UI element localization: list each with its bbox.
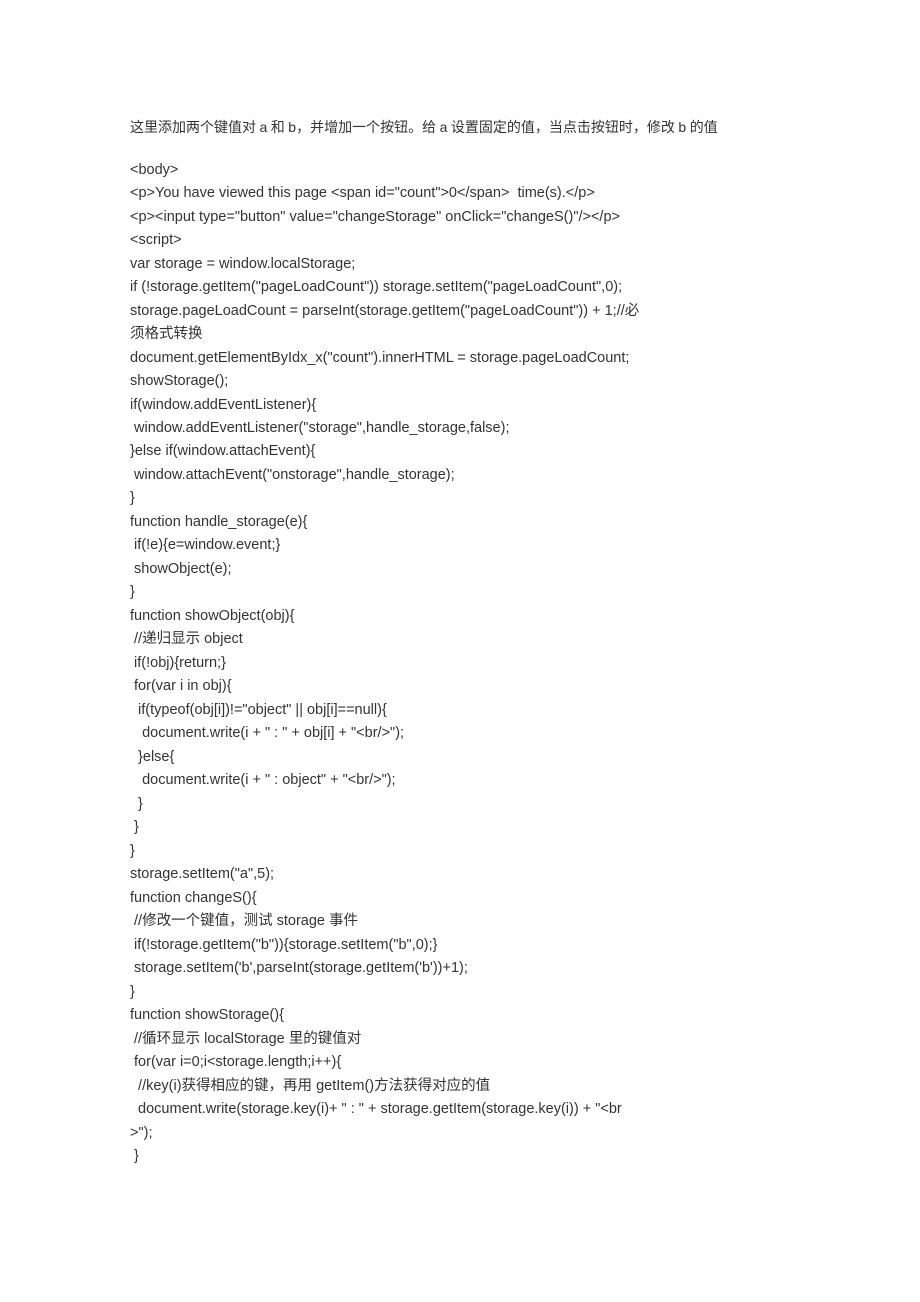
code-line: storage.setItem("a",5);	[130, 863, 790, 886]
code-line: }	[130, 981, 790, 1004]
code-line: document.write(i + " : object" + "<br/>"…	[130, 769, 790, 792]
code-line: if(window.addEventListener){	[130, 394, 790, 417]
code-line: }	[130, 487, 790, 510]
intro-seg5: 的值	[686, 121, 718, 136]
code-line: if(!storage.getItem("b")){storage.setIte…	[130, 934, 790, 957]
code-line: for(var i in obj){	[130, 675, 790, 698]
intro-seg4: 设置固定的值，当点击按钮时，修改	[447, 121, 678, 136]
code-listing: <body> <p>You have viewed this page <spa…	[130, 159, 790, 1169]
code-line: storage.setItem('b',parseInt(storage.get…	[130, 957, 790, 980]
code-line: function showObject(obj){	[130, 605, 790, 628]
code-line: storage.pageLoadCount = parseInt(storage…	[130, 300, 790, 323]
code-line: }else{	[130, 746, 790, 769]
code-line: window.attachEvent("onstorage",handle_st…	[130, 464, 790, 487]
code-line: showObject(e);	[130, 558, 790, 581]
code-line: if (!storage.getItem("pageLoadCount")) s…	[130, 276, 790, 299]
code-line: }else if(window.attachEvent){	[130, 440, 790, 463]
intro-seg2: 和	[267, 121, 288, 136]
code-line: if(typeof(obj[i])!="object" || obj[i]==n…	[130, 699, 790, 722]
intro-b: b	[288, 119, 296, 135]
code-line: }	[130, 1145, 790, 1168]
code-line: >");	[130, 1122, 790, 1145]
code-line: var storage = window.localStorage;	[130, 253, 790, 276]
code-line: <body>	[130, 159, 790, 182]
code-line: }	[130, 581, 790, 604]
code-line: //递归显示 object	[130, 628, 790, 651]
code-line: document.write(i + " : " + obj[i] + "<br…	[130, 722, 790, 745]
code-line: window.addEventListener("storage",handle…	[130, 417, 790, 440]
code-line: for(var i=0;i<storage.length;i++){	[130, 1051, 790, 1074]
code-line: function changeS(){	[130, 887, 790, 910]
code-line: if(!e){e=window.event;}	[130, 534, 790, 557]
code-line: }	[130, 793, 790, 816]
code-line: document.getElementByIdx_x("count").inne…	[130, 347, 790, 370]
code-line: if(!obj){return;}	[130, 652, 790, 675]
code-line: <p>You have viewed this page <span id="c…	[130, 182, 790, 205]
code-line: function showStorage(){	[130, 1004, 790, 1027]
intro-seg3: ，并增加一个按钮。给	[296, 121, 440, 136]
code-line: document.write(storage.key(i)+ " : " + s…	[130, 1098, 790, 1121]
code-line: showStorage();	[130, 370, 790, 393]
code-line: //循环显示 localStorage 里的键值对	[130, 1028, 790, 1051]
code-line: //key(i)获得相应的键，再用 getItem()方法获得对应的值	[130, 1075, 790, 1098]
code-line: <p><input type="button" value="changeSto…	[130, 206, 790, 229]
code-line: }	[130, 816, 790, 839]
intro-text: 这里添加两个键值对 a 和 b，并增加一个按钮。给 a 设置固定的值，当点击按钮…	[130, 116, 790, 141]
code-line: function handle_storage(e){	[130, 511, 790, 534]
code-line: }	[130, 840, 790, 863]
intro-seg1: 这里添加两个键值对	[130, 121, 260, 136]
code-line: <script>	[130, 229, 790, 252]
code-line: //修改一个键值，测试 storage 事件	[130, 910, 790, 933]
code-line: 须格式转换	[130, 323, 790, 346]
